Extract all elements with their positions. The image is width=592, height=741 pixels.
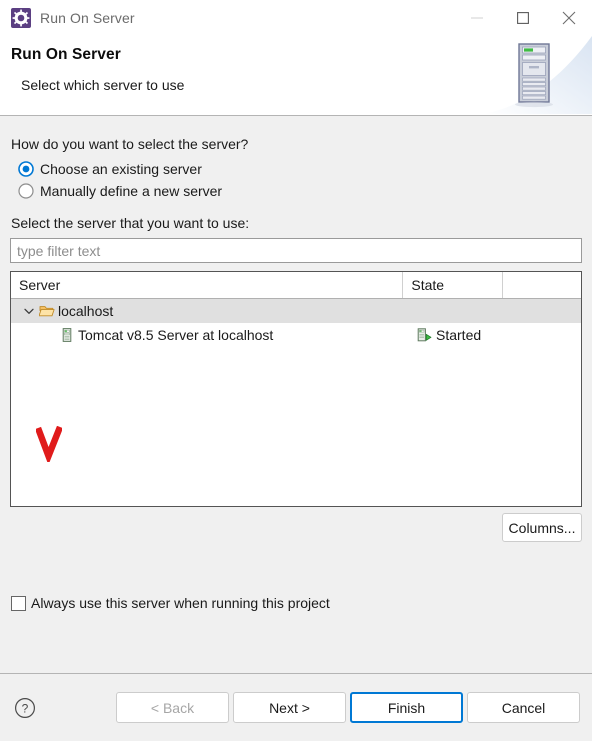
title-bar: Run On Server [0, 0, 592, 36]
server-started-icon [416, 327, 432, 343]
always-use-server-checkbox[interactable] [11, 595, 26, 611]
page-subtitle: Select which server to use [21, 77, 185, 93]
minimize-button[interactable] [454, 0, 500, 36]
filter-placeholder: type filter text [17, 242, 101, 259]
radio-choose-existing-server-label: Choose an existing server [40, 161, 202, 177]
always-use-server-label: Always use this server when running this… [31, 595, 330, 611]
table-row[interactable]: localhost [11, 299, 581, 323]
cell-server: Tomcat v8.5 Server at localhost [11, 323, 409, 347]
close-icon [562, 11, 576, 25]
page-title: Run On Server [11, 46, 121, 63]
radio-selected-icon [18, 161, 34, 177]
cell-server: localhost [11, 299, 409, 323]
window-controls [454, 0, 592, 36]
window-title: Run On Server [40, 10, 135, 26]
next-button[interactable]: Next > [233, 692, 346, 723]
table-cell-server-name: localhost [58, 303, 114, 319]
select-server-label: Select the server that you want to use: [11, 215, 250, 231]
column-header-server[interactable]: Server [11, 272, 404, 298]
radio-choose-existing-server[interactable]: Choose an existing server [10, 161, 582, 177]
svg-text:?: ? [22, 701, 29, 715]
columns-button[interactable]: Columns... [502, 513, 582, 542]
run-on-server-icon [11, 8, 31, 28]
table-body: localhost Tomcat v8.5 Server at localhos… [11, 299, 581, 506]
maximize-icon [517, 12, 529, 24]
table-cell-server-name: Tomcat v8.5 Server at localhost [78, 327, 274, 343]
filter-input[interactable]: type filter text [10, 238, 582, 263]
cell-state: Started [409, 323, 510, 347]
cell-state [409, 299, 510, 323]
close-button[interactable] [546, 0, 592, 36]
finish-button[interactable]: Finish [350, 692, 463, 723]
dialog-body: How do you want to select the server? Ch… [0, 116, 592, 673]
chevron-down-icon[interactable] [21, 303, 37, 319]
always-use-server-checkbox-row[interactable]: Always use this server when running this… [10, 595, 582, 611]
back-button[interactable]: < Back [116, 692, 229, 723]
server-tower-graphic [482, 36, 592, 114]
dialog-footer: ? < Back Next > Finish Cancel [0, 673, 592, 741]
radio-unselected-icon [18, 183, 34, 199]
server-tree-table[interactable]: Server State localhost Tomcat v8.5 Serve… [10, 271, 582, 507]
minimize-icon [471, 12, 483, 24]
maximize-button[interactable] [500, 0, 546, 36]
radio-manually-define-new-server-label: Manually define a new server [40, 183, 223, 199]
cancel-button[interactable]: Cancel [467, 692, 580, 723]
help-icon[interactable]: ? [14, 697, 36, 719]
footer-buttons: < Back Next > Finish Cancel [116, 692, 580, 723]
server-node-icon [59, 327, 75, 343]
table-row[interactable]: Tomcat v8.5 Server at localhost Started [11, 323, 581, 347]
column-header-state[interactable]: State [403, 272, 504, 298]
columns-button-row: Columns... [10, 513, 582, 542]
selection-question: How do you want to select the server? [11, 136, 249, 152]
wizard-banner: Run On Server Select which server to use [0, 36, 592, 116]
column-header-extra[interactable] [503, 272, 581, 298]
run-on-server-dialog: Run On Server Run On Server Select which… [0, 0, 592, 741]
table-cell-state-value: Started [436, 327, 482, 343]
radio-manually-define-new-server[interactable]: Manually define a new server [10, 183, 582, 199]
open-folder-icon [38, 303, 55, 319]
table-header-row: Server State [11, 272, 581, 299]
